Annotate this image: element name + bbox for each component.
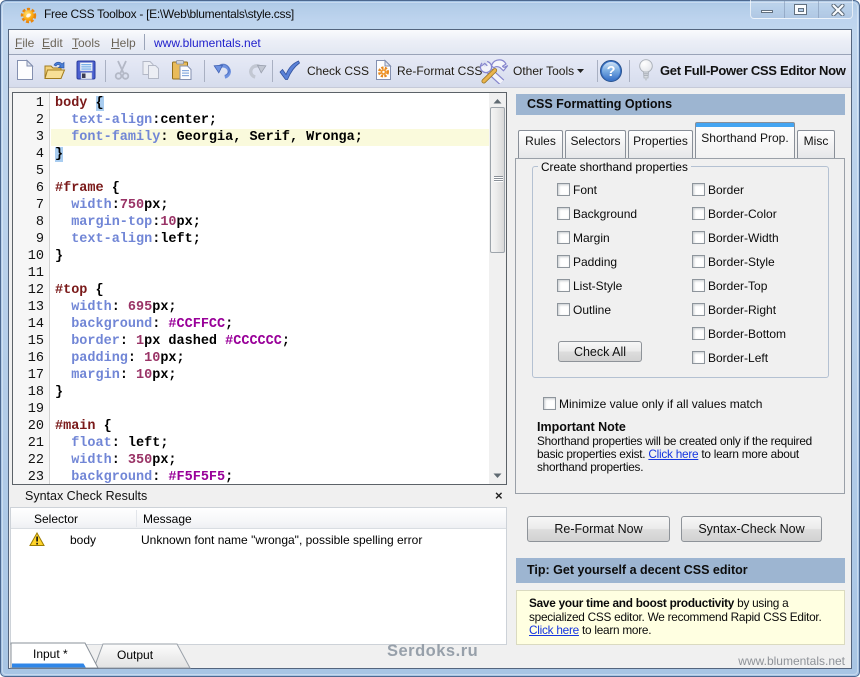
svg-text:?: ? — [607, 64, 616, 80]
